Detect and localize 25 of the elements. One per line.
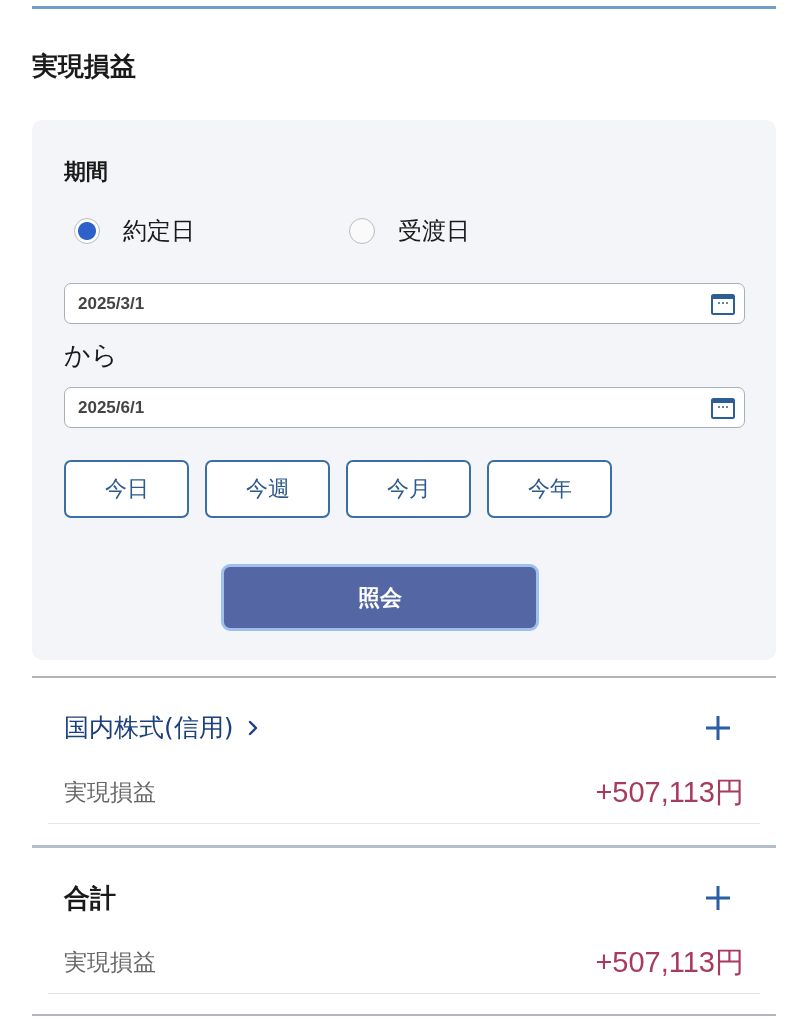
calendar-icon[interactable] [711,292,735,315]
chevron-icon [247,720,258,736]
section-title: 実現損益 [32,50,137,83]
range-button[interactable]: 今日 [64,460,189,518]
category-link[interactable]: 国内株式(信用) [64,711,258,745]
plus-icon[interactable] [705,715,731,741]
period-label: 期間 [64,158,109,186]
radio-button[interactable] [349,218,375,244]
range-button[interactable]: 今週 [205,460,330,518]
radio-label[interactable]: 約定日 [123,215,195,247]
plus-icon[interactable] [705,885,731,911]
range-button[interactable]: 今年 [487,460,612,518]
date-field[interactable]: 2025/3/1 [64,283,745,324]
range-separator: から [64,339,119,372]
profit-value: +507,113円 [595,775,744,810]
row-label: 実現損益 [64,778,156,807]
range-button[interactable]: 今月 [346,460,471,518]
radio-label[interactable]: 受渡日 [398,215,470,247]
submit-button[interactable]: 照会 [220,564,539,631]
date-field[interactable]: 2025/6/1 [64,387,745,428]
profit-value: +507,113円 [595,945,744,980]
total-heading: 合計 [64,882,116,915]
row-label: 実現損益 [64,948,156,977]
radio-button[interactable] [74,218,100,244]
calendar-icon[interactable] [711,396,735,419]
